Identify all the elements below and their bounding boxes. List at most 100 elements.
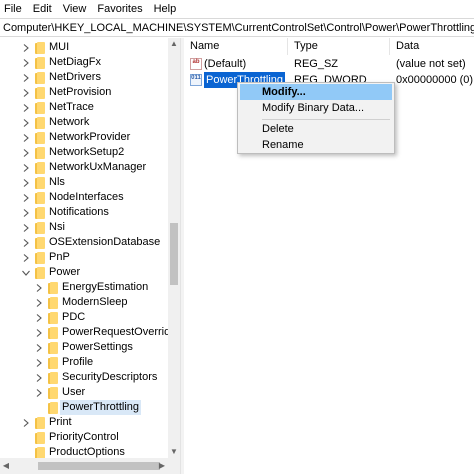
value-row[interactable]: ab (Default) REG_SZ (value not set) [184,56,474,72]
chevron-right-icon[interactable] [22,190,30,205]
tree-vertical-scrollbar[interactable]: ▲ ▼ [168,38,180,458]
tree-item-nsi[interactable]: Nsi [22,220,65,235]
chevron-down-icon[interactable] [22,265,30,280]
tree-item-powerthrottling[interactable]: PowerThrottling [35,400,142,415]
folder-icon [35,101,45,114]
menu-edit[interactable]: Edit [33,3,52,15]
column-data-header[interactable]: Data [390,38,474,55]
tree-item-label: EnergyEstimation [62,281,149,293]
tree-item-label: NetworkUxManager [49,161,147,173]
dword-value-icon: 011 [190,74,202,86]
chevron-right-icon[interactable] [22,55,30,70]
menu-file[interactable]: File [4,3,22,15]
tree-hscroll-thumb[interactable] [38,462,160,470]
chevron-right-icon[interactable] [35,385,43,400]
tree-item-networkprovider[interactable]: NetworkProvider [22,130,130,145]
chevron-right-icon[interactable] [22,70,30,85]
chevron-right-icon[interactable] [22,115,30,130]
tree-item-powerrequestoverride[interactable]: PowerRequestOverride [35,325,176,340]
chevron-right-icon[interactable] [22,250,30,265]
tree-item-securitydescriptors[interactable]: SecurityDescriptors [35,370,157,385]
chevron-right-icon[interactable] [35,340,43,355]
folder-icon [35,131,45,144]
scroll-down-icon[interactable]: ▼ [168,446,180,458]
folder-icon [35,221,45,234]
tree-item-mui[interactable]: MUI [22,40,69,55]
chevron-right-icon[interactable] [22,175,30,190]
tree-item-energyestimation[interactable]: EnergyEstimation [35,280,148,295]
chevron-right-icon[interactable] [22,220,30,235]
folder-icon [35,146,45,159]
tree-item-powersettings[interactable]: PowerSettings [35,340,133,355]
menu-favorites[interactable]: Favorites [97,3,142,15]
tree-item-label: NetProvision [49,86,112,98]
chevron-right-icon[interactable] [35,280,43,295]
context-delete[interactable]: Delete [240,121,392,137]
tree-item-label: ModernSleep [62,296,128,308]
chevron-right-icon[interactable] [22,160,30,175]
tree-horizontal-scrollbar[interactable]: ◀ ▶ [0,458,180,474]
chevron-right-icon[interactable] [22,130,30,145]
tree-item-label: MUI [49,41,70,53]
chevron-right-icon[interactable] [35,370,43,385]
tree-item-pdc[interactable]: PDC [35,310,85,325]
tree-item-network[interactable]: Network [22,115,89,130]
string-value-icon: ab [190,58,202,70]
menu-help[interactable]: Help [154,3,177,15]
value-name: (Default) [204,58,247,70]
chevron-right-icon[interactable] [22,85,30,100]
folder-icon [48,371,58,384]
column-type-header[interactable]: Type [288,38,390,55]
column-name-header[interactable]: Name [184,38,288,55]
tree-item-netdrivers[interactable]: NetDrivers [22,70,101,85]
tree-item-label: User [62,386,86,398]
tree-item-netdiagfx[interactable]: NetDiagFx [22,55,101,70]
folder-icon [35,176,45,189]
tree-item-netprovision[interactable]: NetProvision [22,85,111,100]
tree-item-user[interactable]: User [35,385,85,400]
tree-item-nodeinterfaces[interactable]: NodeInterfaces [22,190,124,205]
context-modify[interactable]: Modify... [240,84,392,100]
tree-item-modernsleep[interactable]: ModernSleep [35,295,127,310]
chevron-right-icon[interactable] [22,145,30,160]
tree-item-osextensiondatabase[interactable]: OSExtensionDatabase [22,235,160,250]
chevron-right-icon[interactable] [22,415,30,430]
tree-item-pnp[interactable]: PnP [22,250,70,265]
context-separator [262,119,390,120]
scroll-up-icon[interactable]: ▲ [168,38,180,50]
tree-item-nettrace[interactable]: NetTrace [22,100,94,115]
chevron-right-icon[interactable] [35,295,43,310]
tree-scroll-thumb[interactable] [170,223,178,285]
tree-item-label: SecurityDescriptors [62,371,158,383]
scroll-right-icon[interactable]: ▶ [156,458,168,474]
scroll-left-icon[interactable]: ◀ [0,458,12,474]
chevron-right-icon[interactable] [22,235,30,250]
tree-item-networksetup2[interactable]: NetworkSetup2 [22,145,124,160]
folder-icon [48,296,58,309]
chevron-right-icon[interactable] [22,100,30,115]
menu-view[interactable]: View [63,3,87,15]
tree-item-label: PDC [62,311,86,323]
tree-item-notifications[interactable]: Notifications [22,205,109,220]
tree-item-nls[interactable]: Nls [22,175,65,190]
tree-item-label: NetworkSetup2 [49,146,125,158]
tree-item-label: PowerSettings [62,341,133,353]
tree-item-profile[interactable]: Profile [35,355,93,370]
tree-item-label: Notifications [49,206,109,218]
chevron-right-icon[interactable] [35,310,43,325]
tree-item-label: NodeInterfaces [49,191,124,203]
context-rename[interactable]: Rename [240,137,392,153]
tree-item-power[interactable]: Power [22,265,80,280]
chevron-right-icon[interactable] [35,325,43,340]
address-bar[interactable]: Computer\HKEY_LOCAL_MACHINE\SYSTEM\Curre… [0,18,474,37]
tree-item-prioritycontrol[interactable]: PriorityControl [22,430,119,445]
tree-item-networkuxmanager[interactable]: NetworkUxManager [22,160,146,175]
address-path: Computer\HKEY_LOCAL_MACHINE\SYSTEM\Curre… [3,21,474,34]
tree-item-print[interactable]: Print [22,415,72,430]
chevron-right-icon[interactable] [22,205,30,220]
chevron-right-icon[interactable] [35,355,43,370]
context-modify-binary[interactable]: Modify Binary Data... [240,100,392,116]
tree-item-label: Nsi [49,221,65,233]
chevron-right-icon[interactable] [22,40,30,55]
